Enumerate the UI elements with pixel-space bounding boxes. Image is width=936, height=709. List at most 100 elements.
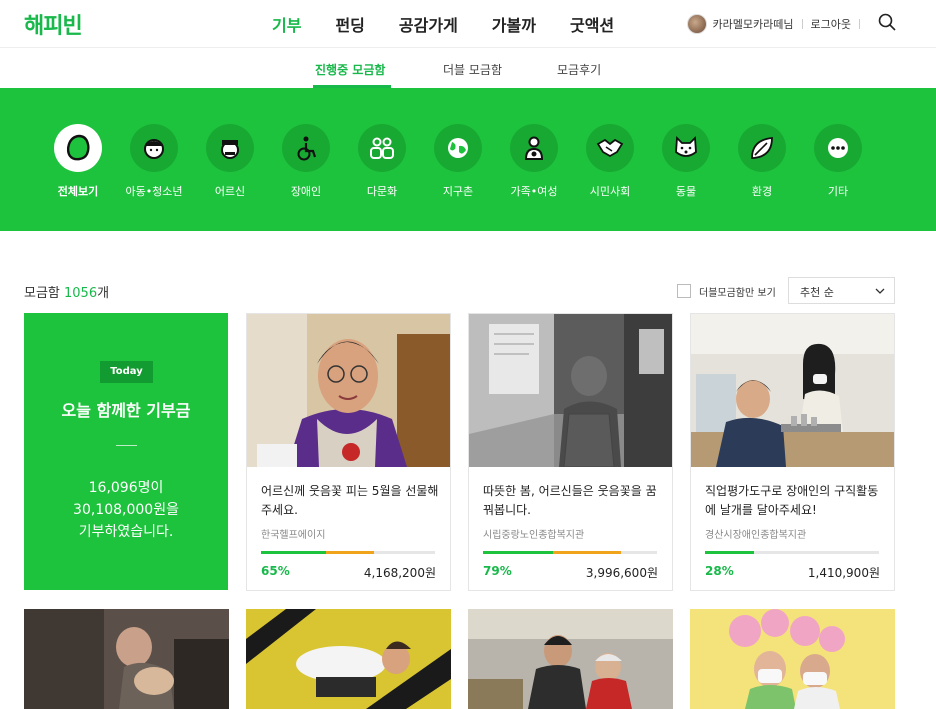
fund-photo: [690, 609, 895, 709]
today-badge: Today: [100, 361, 153, 383]
category-multicultural[interactable]: 다문화: [344, 124, 420, 199]
fund-card[interactable]: [246, 609, 451, 709]
tab-double[interactable]: 더블 모금함: [443, 61, 502, 78]
category-children[interactable]: 아동•청소년: [116, 124, 192, 199]
tab-reviews[interactable]: 모금후기: [557, 61, 601, 78]
fund-title[interactable]: 직업평가도구로 장애인의 구직활동에 날개를 달아주세요!: [705, 482, 885, 520]
avatar[interactable]: [686, 14, 707, 34]
count-unit: 개: [97, 286, 110, 301]
elder-icon: [206, 124, 254, 172]
fund-photo: [247, 314, 450, 467]
fund-photo: [246, 609, 451, 709]
fund-title[interactable]: 따뜻한 봄, 어르신들은 웃음꽃을 꿈꿔봅니다.: [483, 482, 663, 520]
handshake-icon: [586, 124, 634, 172]
fund-card[interactable]: 직업평가도구로 장애인의 구직활동에 날개를 달아주세요! 경산시장애인종합복지…: [690, 313, 895, 591]
child-icon: [130, 124, 178, 172]
fund-percent: 79%: [483, 564, 512, 578]
category-label: 동물: [675, 185, 697, 198]
double-only-checkbox[interactable]: [677, 284, 691, 298]
category-environment[interactable]: 환경: [724, 124, 800, 199]
fund-percent: 65%: [261, 564, 290, 578]
user-name[interactable]: 카라멜모카라떼님: [713, 16, 794, 32]
nav-store[interactable]: 공감가게: [399, 12, 458, 36]
divider: [116, 445, 137, 446]
category-label: 전체보기: [57, 185, 99, 198]
fund-card[interactable]: 따뜻한 봄, 어르신들은 웃음꽃을 꿈꿔봅니다. 시립중랑노인종합복지관 79%…: [468, 313, 673, 591]
fund-card[interactable]: [24, 609, 229, 709]
people-icon: [358, 124, 406, 172]
category-label: 환경: [751, 185, 773, 198]
progress-fill-extra: [553, 551, 621, 554]
nav-good-action[interactable]: 굿액션: [570, 12, 614, 36]
category-all[interactable]: 전체보기: [40, 124, 116, 199]
fund-card[interactable]: [468, 609, 673, 709]
fund-amount: 3,996,600원: [585, 566, 658, 580]
fund-org: 한국헬프에이지: [261, 530, 326, 541]
category-label: 장애인: [290, 185, 322, 198]
user-box: 카라멜모카라떼님 로그아웃: [686, 14, 868, 34]
mother-child-icon: [510, 124, 558, 172]
nav-donate[interactable]: 기부: [272, 12, 301, 36]
fund-amount: 4,168,200원: [363, 566, 436, 580]
category-disabled[interactable]: 장애인: [268, 124, 344, 199]
fund-amount: 1,410,900원: [807, 566, 880, 580]
fund-card[interactable]: 어르신께 웃음꽃 피는 5월을 선물해주세요. 한국헬프에이지 65% 4,16…: [246, 313, 451, 591]
sub-navigation: 진행중 모금함 더블 모금함 모금후기: [0, 49, 936, 88]
wheelchair-icon: [282, 124, 330, 172]
more-icon: [814, 124, 862, 172]
category-label: 아동•청소년: [125, 185, 183, 198]
today-suffix: 기부하였습니다.: [78, 524, 174, 540]
sort-select[interactable]: 추천 순: [788, 277, 895, 304]
double-only-label[interactable]: 더블모금함만 보기: [699, 284, 776, 299]
main-nav: 기부 펀딩 공감가게 가볼까 굿액션: [272, 12, 648, 36]
logout-link[interactable]: 로그아웃: [811, 16, 851, 32]
fund-percent: 28%: [705, 564, 734, 578]
search-icon[interactable]: [878, 13, 896, 31]
category-other[interactable]: 기타: [800, 124, 876, 199]
progress-fill: [483, 551, 553, 554]
today-title: 오늘 함께한 기부금: [61, 401, 191, 420]
fund-org: 시립중랑노인종합복지관: [483, 530, 585, 541]
category-band: 전체보기 아동•청소년 어르신 장애인 다문화 지구촌 가족•여성 시민사회 동…: [0, 88, 936, 231]
progress-bar: [261, 551, 435, 554]
fund-count: 모금함 1056개: [24, 282, 109, 301]
fund-title[interactable]: 어르신께 웃음꽃 피는 5월을 선물해주세요.: [261, 482, 441, 520]
progress-fill: [261, 551, 326, 554]
category-animals[interactable]: 동물: [648, 124, 724, 199]
nav-explore[interactable]: 가볼까: [492, 12, 536, 36]
category-global[interactable]: 지구촌: [420, 124, 496, 199]
chevron-down-icon: [875, 288, 885, 294]
category-civil[interactable]: 시민사회: [572, 124, 648, 199]
fund-org: 경산시장애인종합복지관: [705, 530, 807, 541]
category-label: 어르신: [214, 185, 246, 198]
progress-bar: [483, 551, 657, 554]
category-family[interactable]: 가족•여성: [496, 124, 572, 199]
today-amount: 30,108,000원을: [73, 502, 179, 518]
category-seniors[interactable]: 어르신: [192, 124, 268, 199]
nav-funding[interactable]: 펀딩: [335, 12, 364, 36]
fund-card[interactable]: [690, 609, 895, 709]
category-label: 가족•여성: [510, 185, 558, 198]
logo[interactable]: 해피빈: [24, 8, 83, 40]
dog-icon: [662, 124, 710, 172]
progress-fill: [705, 551, 754, 554]
bean-icon: [54, 124, 102, 172]
today-donors: 16,096명이: [88, 480, 164, 496]
category-label: 기타: [827, 185, 849, 198]
top-navigation: 해피빈 기부 펀딩 공감가게 가볼까 굿액션 카라멜모카라떼님 로그아웃: [0, 0, 936, 48]
fund-photo: [468, 609, 673, 709]
category-label: 다문화: [366, 185, 398, 198]
count-label: 모금함: [24, 286, 65, 301]
progress-fill-extra: [326, 551, 374, 554]
tab-ongoing[interactable]: 진행중 모금함: [315, 61, 385, 78]
divider: [859, 19, 860, 29]
today-donation-card: Today 오늘 함께한 기부금 16,096명이 30,108,000원을 기…: [24, 313, 228, 590]
divider: [801, 19, 803, 29]
fund-photo: [469, 314, 672, 467]
leaf-icon: [738, 124, 786, 172]
progress-bar: [705, 551, 879, 554]
category-label: 시민사회: [589, 185, 631, 198]
category-label: 지구촌: [442, 185, 474, 198]
globe-icon: [434, 124, 482, 172]
fund-photo: [24, 609, 229, 709]
